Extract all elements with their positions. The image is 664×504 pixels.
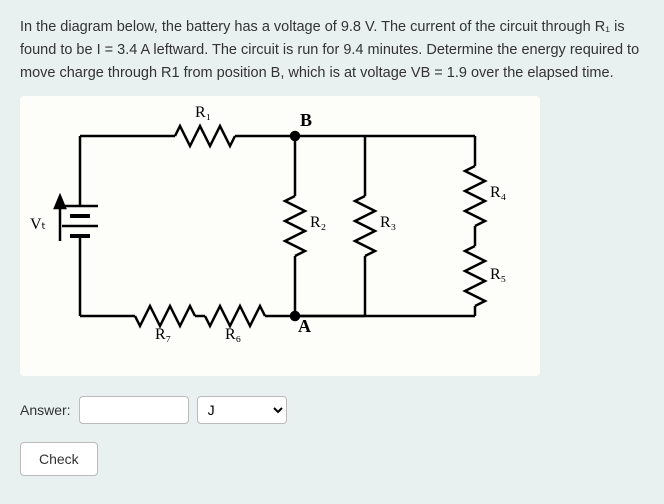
label-r3: R₃ [380,214,396,232]
label-r1: R₁ [195,104,211,122]
circuit-diagram: R₁ R₂ R₃ R₄ R₅ R₆ R₇ Vₜ B A [20,96,540,376]
label-vt: Vₜ [30,214,46,234]
label-r2: R₂ [310,214,326,232]
label-r5: R₅ [490,266,506,284]
circuit-svg [20,96,540,376]
label-r7: R₇ [155,326,171,344]
answer-row: Answer: J [20,396,644,424]
problem-text: In the diagram below, the battery has a … [20,16,644,86]
answer-label: Answer: [20,402,71,418]
label-r6: R₆ [225,326,241,344]
check-button[interactable]: Check [20,442,98,476]
label-node-b: B [300,110,312,131]
answer-input[interactable] [79,396,189,424]
label-r4: R₄ [490,184,506,202]
problem-container: In the diagram below, the battery has a … [0,0,664,504]
unit-select[interactable]: J [197,396,287,424]
label-node-a: A [298,316,311,337]
